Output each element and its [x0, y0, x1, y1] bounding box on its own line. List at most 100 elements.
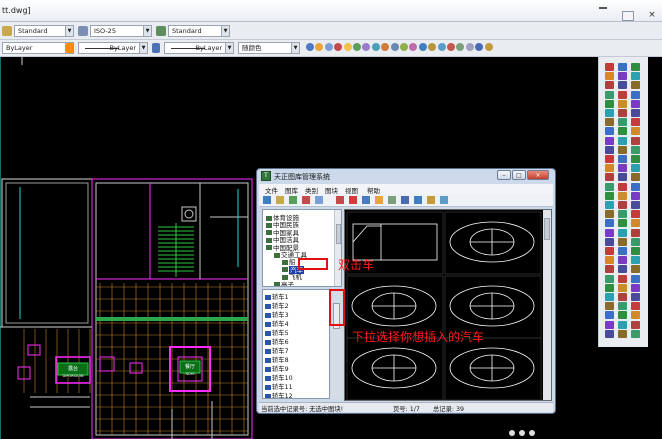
maximize-icon[interactable]	[622, 11, 634, 21]
palette-tool-icon[interactable]	[618, 265, 627, 274]
dialog-tool-icon[interactable]	[375, 196, 383, 204]
palette-tool-icon[interactable]	[631, 265, 640, 274]
dialog-tool-icon[interactable]	[336, 196, 344, 204]
tool-icon[interactable]	[465, 43, 474, 51]
palette-tool-icon[interactable]	[618, 210, 627, 219]
list-item[interactable]: 轿车12	[265, 391, 293, 398]
layer-icon[interactable]	[66, 43, 74, 53]
palette-tool-icon[interactable]	[605, 81, 614, 90]
palette-tool-icon[interactable]	[605, 256, 614, 265]
palette-tool-icon[interactable]	[605, 265, 614, 274]
palette-tool-icon[interactable]	[618, 219, 627, 228]
palette-tool-icon[interactable]	[618, 109, 627, 117]
list-item[interactable]: 轿车7	[265, 346, 289, 355]
car-thumbnails[interactable]	[345, 210, 545, 401]
palette-tool-icon[interactable]	[605, 72, 614, 81]
palette-tool-icon[interactable]	[631, 109, 640, 117]
palette-tool-icon[interactable]	[605, 329, 614, 338]
block-preview-grid[interactable]	[344, 209, 552, 401]
palette-tool-icon[interactable]	[631, 72, 640, 81]
tool-icon[interactable]	[428, 43, 437, 51]
palette-tool-icon[interactable]	[618, 99, 627, 108]
close-icon[interactable]: ×	[527, 170, 549, 180]
palette-tool-icon[interactable]	[605, 173, 614, 182]
palette-tool-icon[interactable]	[631, 311, 640, 320]
palette-tool-icon[interactable]	[618, 191, 627, 200]
palette-tool-icon[interactable]	[605, 63, 614, 71]
palette-tool-icon[interactable]	[605, 201, 614, 209]
list-item[interactable]: 轿车1	[265, 292, 289, 301]
preview-scrollbar[interactable]	[543, 210, 551, 400]
palette-tool-icon[interactable]	[631, 274, 640, 283]
close-icon[interactable]: ×	[645, 10, 659, 21]
palette-tool-icon[interactable]	[618, 311, 627, 320]
palette-tool-icon[interactable]	[631, 329, 640, 338]
scroll-thumb[interactable]	[544, 218, 550, 240]
list-item[interactable]: 轿车9	[265, 364, 289, 373]
table-style-combo[interactable]: Standard ▼	[168, 25, 230, 37]
scroll-thumb[interactable]	[336, 224, 341, 244]
palette-tool-icon[interactable]	[631, 99, 640, 108]
palette-tool-icon[interactable]	[631, 182, 640, 191]
palette-tool-icon[interactable]	[605, 228, 614, 237]
palette-tool-icon[interactable]	[631, 164, 640, 173]
tool-icon[interactable]	[343, 43, 352, 51]
tool-icon[interactable]	[437, 43, 446, 51]
list-item[interactable]: 轿车8	[265, 355, 289, 364]
palette-tool-icon[interactable]	[618, 136, 627, 145]
palette-tool-icon[interactable]	[618, 90, 627, 99]
palette-tool-icon[interactable]	[631, 63, 640, 71]
palette-tool-icon[interactable]	[631, 90, 640, 99]
palette-tool-icon[interactable]	[631, 81, 640, 90]
palette-tool-icon[interactable]	[618, 182, 627, 191]
tool-icon[interactable]	[334, 43, 343, 51]
tool-icon[interactable]	[381, 43, 390, 51]
list-item[interactable]: 轿车5	[265, 328, 289, 337]
palette-tool-icon[interactable]	[605, 283, 614, 292]
palette-tool-icon[interactable]	[631, 247, 640, 255]
palette-tool-icon[interactable]	[631, 127, 640, 136]
palette-tool-icon[interactable]	[605, 311, 614, 320]
layer-combo[interactable]: ByLayer▼	[2, 42, 74, 54]
palette-tool-icon[interactable]	[631, 136, 640, 145]
lineweight-combo[interactable]: ByLayer ▼	[164, 42, 234, 54]
palette-tool-icon[interactable]	[618, 173, 627, 182]
linetype-icon[interactable]	[152, 43, 160, 53]
palette-tool-icon[interactable]	[631, 201, 640, 209]
tool-icon[interactable]	[362, 43, 371, 51]
tool-icon[interactable]	[324, 43, 333, 51]
tool-icon[interactable]	[475, 43, 484, 51]
palette-tool-icon[interactable]	[631, 155, 640, 163]
tree-node[interactable]: 亭子	[274, 279, 294, 286]
palette-tool-icon[interactable]	[618, 247, 627, 255]
palette-tool-icon[interactable]	[605, 247, 614, 255]
palette-tool-icon[interactable]	[631, 237, 640, 246]
tool-icon[interactable]	[371, 43, 380, 51]
palette-tool-icon[interactable]	[618, 329, 627, 338]
palette-tool-icon[interactable]	[605, 191, 614, 200]
palette-tool-icon[interactable]	[605, 90, 614, 99]
palette-tool-icon[interactable]	[605, 302, 614, 311]
palette-tool-icon[interactable]	[631, 219, 640, 228]
linetype-combo[interactable]: ByLayer ▼	[78, 42, 148, 54]
palette-tool-icon[interactable]	[631, 173, 640, 182]
palette-tool-icon[interactable]	[631, 210, 640, 219]
category-tree[interactable]: 体育设施 中国民族 中国家具 中国洁具 中国配景 交通工具船汽车 飞机 亭子	[262, 209, 342, 287]
palette-tool-icon[interactable]	[618, 293, 627, 301]
palette-tool-icon[interactable]	[605, 182, 614, 191]
palette-tool-icon[interactable]	[618, 63, 627, 71]
palette-tool-icon[interactable]	[631, 320, 640, 329]
tool-icon[interactable]	[456, 43, 465, 51]
palette-tool-icon[interactable]	[605, 293, 614, 301]
palette-tool-icon[interactable]	[618, 145, 627, 154]
palette-tool-icon[interactable]	[605, 274, 614, 283]
palette-tool-icon[interactable]	[618, 164, 627, 173]
tool-icon[interactable]	[390, 43, 399, 51]
dialog-tool-icon[interactable]	[388, 196, 396, 204]
minimize-icon[interactable]: –	[497, 170, 511, 180]
palette-tool-icon[interactable]	[605, 210, 614, 219]
palette-tool-icon[interactable]	[631, 145, 640, 154]
tool-icon[interactable]	[409, 43, 418, 51]
palette-tool-icon[interactable]	[605, 155, 614, 163]
list-item[interactable]: 轿车10	[265, 373, 293, 382]
